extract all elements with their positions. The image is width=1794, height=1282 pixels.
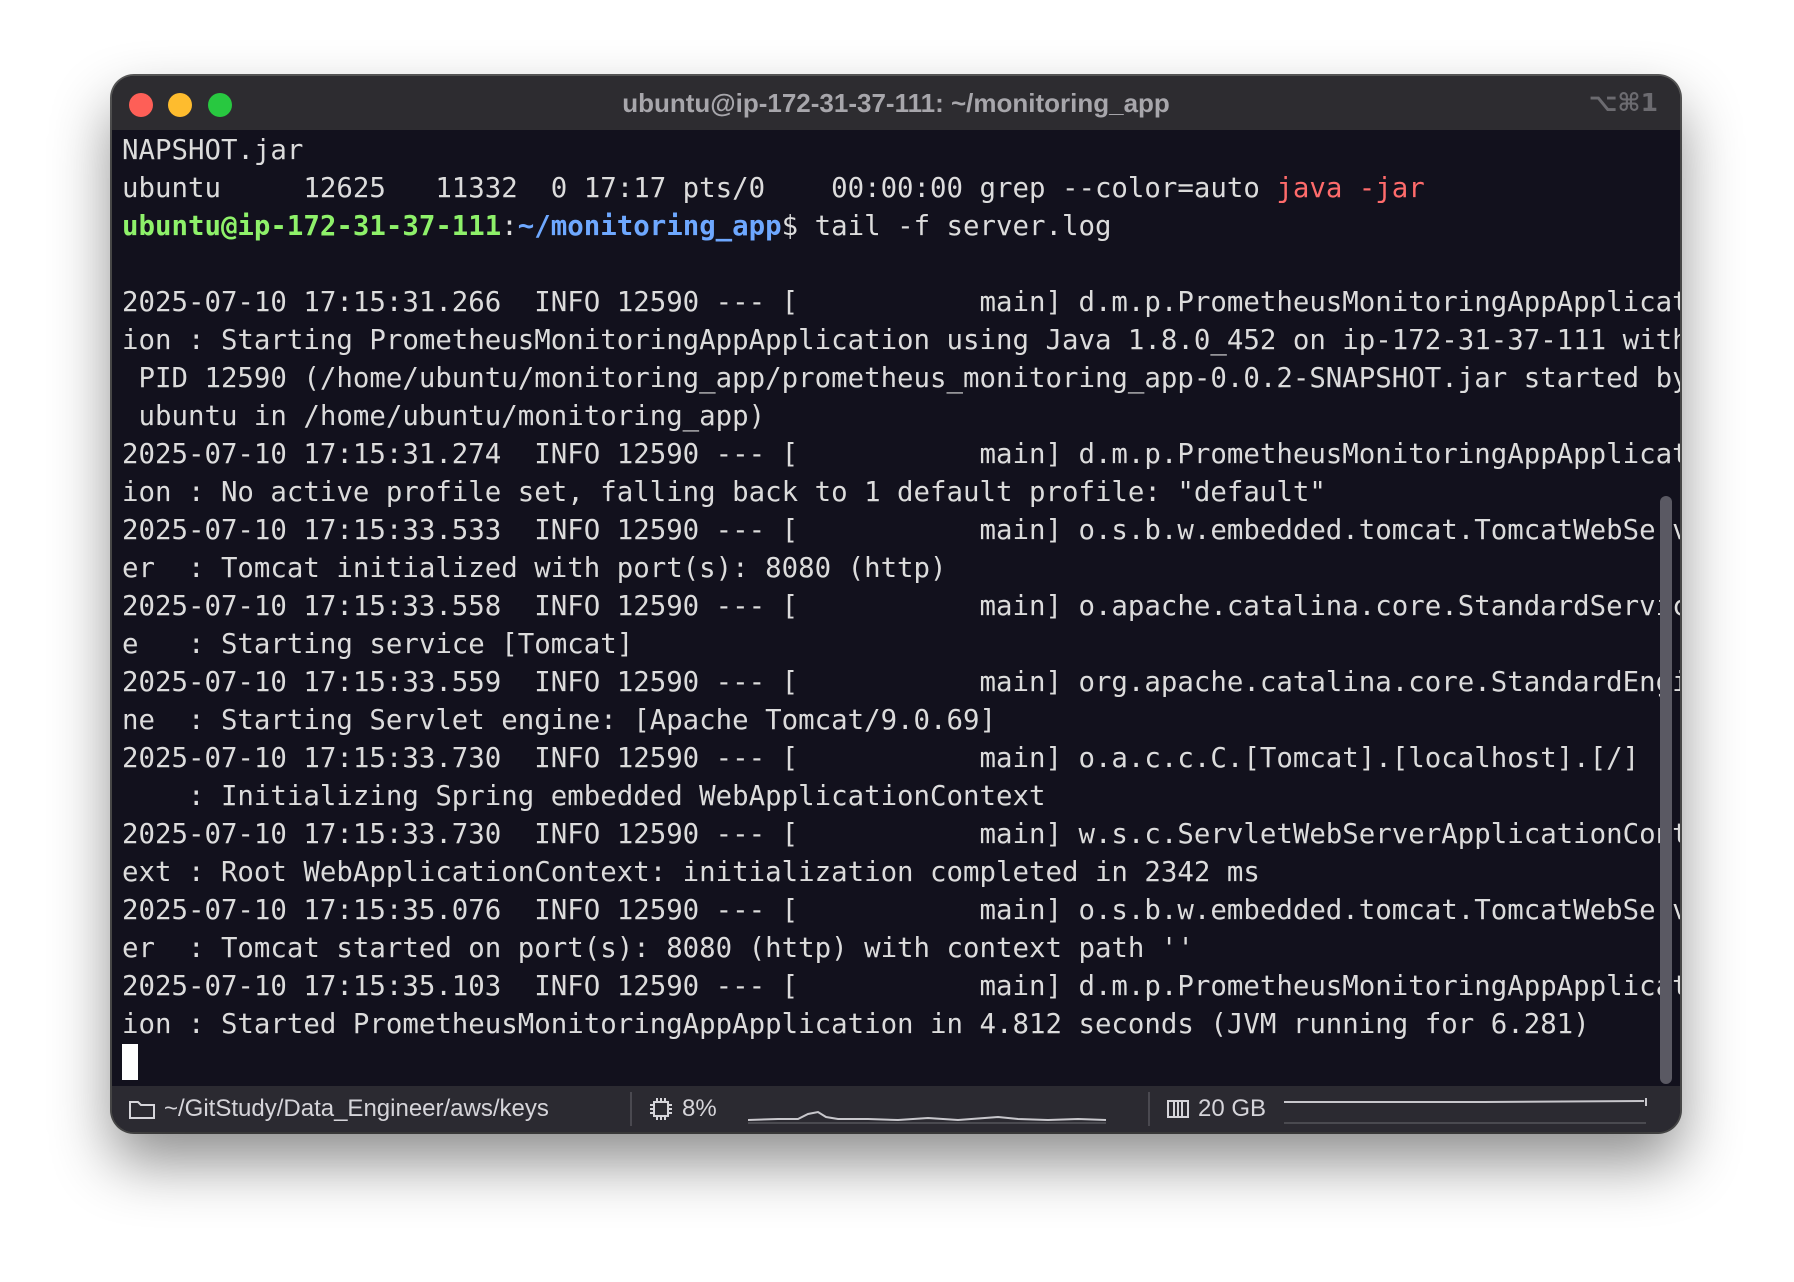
cpu-usage-value: 8%: [682, 1095, 717, 1122]
log-line: 2025-07-10 17:15:35.103 INFO 12590 --- […: [122, 971, 1680, 1002]
status-divider: [630, 1092, 632, 1126]
log-line: ne : Starting Servlet engine: [Apache To…: [122, 705, 996, 736]
window-title: ubuntu@ip-172-31-37-111: ~/monitoring_ap…: [622, 88, 1170, 118]
log-line: er : Tomcat initialized with port(s): 80…: [122, 553, 947, 584]
log-output: 2025-07-10 17:15:31.266 INFO 12590 --- […: [122, 246, 1680, 1044]
cpu-sparkline: [748, 1110, 1107, 1124]
log-line: ubuntu in /home/ubuntu/monitoring_app): [122, 401, 766, 432]
log-line: e : Starting service [Tomcat]: [122, 629, 634, 660]
status-divider: [1148, 1092, 1150, 1126]
status-cpu[interactable]: 8%: [648, 1086, 717, 1132]
log-line: er : Tomcat started on port(s): 8080 (ht…: [122, 933, 1194, 964]
text-cursor: [122, 1044, 138, 1080]
memory-sparkline: [1284, 1098, 1647, 1124]
process-list-text: ubuntu 12625 11332 0 17:17 pts/0 00:00:0…: [122, 173, 1277, 204]
log-line: 2025-07-10 17:15:33.730 INFO 12590 --- […: [122, 819, 1680, 850]
output-line: ubuntu 12625 11332 0 17:17 pts/0 00:00:0…: [122, 170, 1652, 208]
prompt-command: $ tail -f server.log: [781, 211, 1112, 242]
shell-prompt-line: ubuntu@ip-172-31-37-111:~/monitoring_app…: [122, 208, 1652, 246]
log-line: 2025-07-10 17:15:31.274 INFO 12590 --- […: [122, 439, 1680, 470]
cursor-line: [122, 1044, 1652, 1082]
status-memory[interactable]: 20 GB: [1166, 1086, 1266, 1132]
log-line: 2025-07-10 17:15:33.558 INFO 12590 --- […: [122, 591, 1680, 622]
folder-icon: [128, 1097, 156, 1121]
log-line: ion : No active profile set, falling bac…: [122, 477, 1326, 508]
status-bar: ~/GitStudy/Data_Engineer/aws/keys 8% 20 …: [112, 1086, 1680, 1132]
tab-shortcut-label: ⌥⌘1: [1588, 88, 1658, 117]
log-line: 2025-07-10 17:15:33.730 INFO 12590 --- […: [122, 743, 1640, 774]
log-line: : Initializing Spring embedded WebApplic…: [122, 781, 1046, 812]
terminal-output[interactable]: NAPSHOT.jar ubuntu 12625 11332 0 17:17 pt…: [122, 132, 1680, 1082]
log-line: 2025-07-10 17:15:35.076 INFO 12590 --- […: [122, 895, 1680, 926]
output-line: NAPSHOT.jar: [122, 135, 304, 166]
memory-icon: [1166, 1098, 1190, 1120]
log-line: ion : Started PrometheusMonitoringAppApp…: [122, 1009, 1590, 1040]
memory-usage-value: 20 GB: [1198, 1095, 1267, 1122]
prompt-path: ~/monitoring_app: [517, 211, 782, 242]
log-line: 2025-07-10 17:15:33.559 INFO 12590 --- […: [122, 667, 1680, 698]
prompt-user-host: ubuntu@ip-172-31-37-111: [122, 211, 502, 242]
grep-match-highlight: java -jar: [1276, 173, 1425, 204]
log-line: ext : Root WebApplicationContext: initia…: [122, 857, 1260, 888]
status-current-directory[interactable]: ~/GitStudy/Data_Engineer/aws/keys: [128, 1086, 549, 1132]
title-bar[interactable]: ubuntu@ip-172-31-37-111: ~/monitoring_ap…: [112, 76, 1680, 130]
log-line: 2025-07-10 17:15:31.266 INFO 12590 --- […: [122, 287, 1680, 318]
terminal-window: ubuntu@ip-172-31-37-111: ~/monitoring_ap…: [112, 76, 1680, 1132]
log-line: ion : Starting PrometheusMonitoringAppAp…: [122, 325, 1680, 356]
cpu-icon: [648, 1096, 674, 1122]
log-line: PID 12590 (/home/ubuntu/monitoring_app/p…: [122, 363, 1680, 394]
status-path-text: ~/GitStudy/Data_Engineer/aws/keys: [164, 1095, 549, 1122]
prompt-separator: :: [501, 211, 518, 242]
scrollbar-thumb[interactable]: [1660, 496, 1672, 1084]
log-line: 2025-07-10 17:15:33.533 INFO 12590 --- […: [122, 515, 1680, 546]
